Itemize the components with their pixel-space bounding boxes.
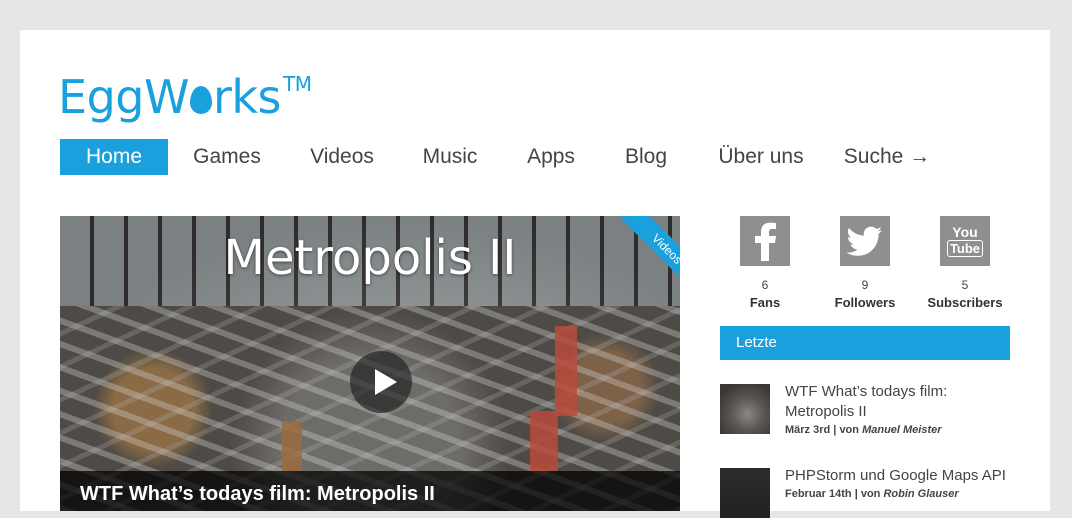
nav-item-home[interactable]: Home [60,139,168,175]
ribbon-label: Videos [620,216,680,290]
social-twitter[interactable]: 9 Followers [815,216,915,310]
hero-decor [555,326,577,416]
nav-item-ueber-uns[interactable]: Über uns [708,139,814,175]
social-youtube[interactable]: You Tube 5 Subscribers [915,216,1015,310]
nav-item-apps[interactable]: Apps [512,139,590,175]
play-icon[interactable] [350,351,412,413]
youtube-count: 5 [961,278,969,292]
nav-item-blog[interactable]: Blog [608,139,684,175]
logo-text-start: EggW [58,70,189,124]
logo-egg-icon [189,86,212,114]
post-author[interactable]: Robin Glauser [883,488,958,500]
nav-item-videos[interactable]: Videos [293,139,391,175]
hero-caption-bar: WTF What’s todays film: Metropolis II [60,471,680,511]
social-facebook[interactable]: 6 Fans [715,216,815,310]
post-meta-separator: | von [830,424,863,436]
hero-decor [282,421,302,471]
twitter-icon[interactable] [840,216,890,266]
facebook-icon[interactable] [740,216,790,266]
videos-ribbon[interactable]: Videos [606,216,680,290]
post-date: Februar 14th [785,488,852,500]
facebook-count: 6 [761,278,769,292]
hero-caption[interactable]: WTF What’s todays film: Metropolis II [80,483,435,506]
hero-decor [530,411,558,471]
page-container: EggW rks TM Home Games Videos Music Apps B… [20,30,1050,518]
post-title[interactable]: PHPStorm und Google Maps API [785,466,1020,486]
youtube-label: Subscribers [927,295,1003,310]
twitter-label: Followers [834,295,896,310]
nav-item-suche[interactable]: Suche → [838,139,936,175]
post-meta-separator: | von [851,488,884,500]
post-meta: Februar 14th | von Robin Glauser [785,488,959,500]
recent-posts-title: Letzte [736,334,777,351]
post-meta: März 3rd | von Manuel Meister [785,424,942,436]
logo-text-end: rks [212,70,282,124]
site-logo[interactable]: EggW rks TM [58,54,312,124]
facebook-label: Fans [749,295,781,310]
recent-posts-header: Letzte [720,326,1010,360]
youtube-icon[interactable]: You Tube [940,216,990,266]
twitter-count: 9 [861,278,869,292]
hero-title: Metropolis II [223,230,517,286]
nav-item-music[interactable]: Music [405,139,495,175]
nav-item-games[interactable]: Games [178,139,276,175]
post-title[interactable]: WTF What’s todays film: Metropolis II [785,382,1020,422]
featured-video[interactable]: Metropolis II Videos WTF What’s todays f… [60,216,680,511]
post-author[interactable]: Manuel Meister [862,424,941,436]
post-thumbnail[interactable] [720,384,770,434]
logo-trademark: TM [282,72,312,96]
post-date: März 3rd [785,424,831,436]
